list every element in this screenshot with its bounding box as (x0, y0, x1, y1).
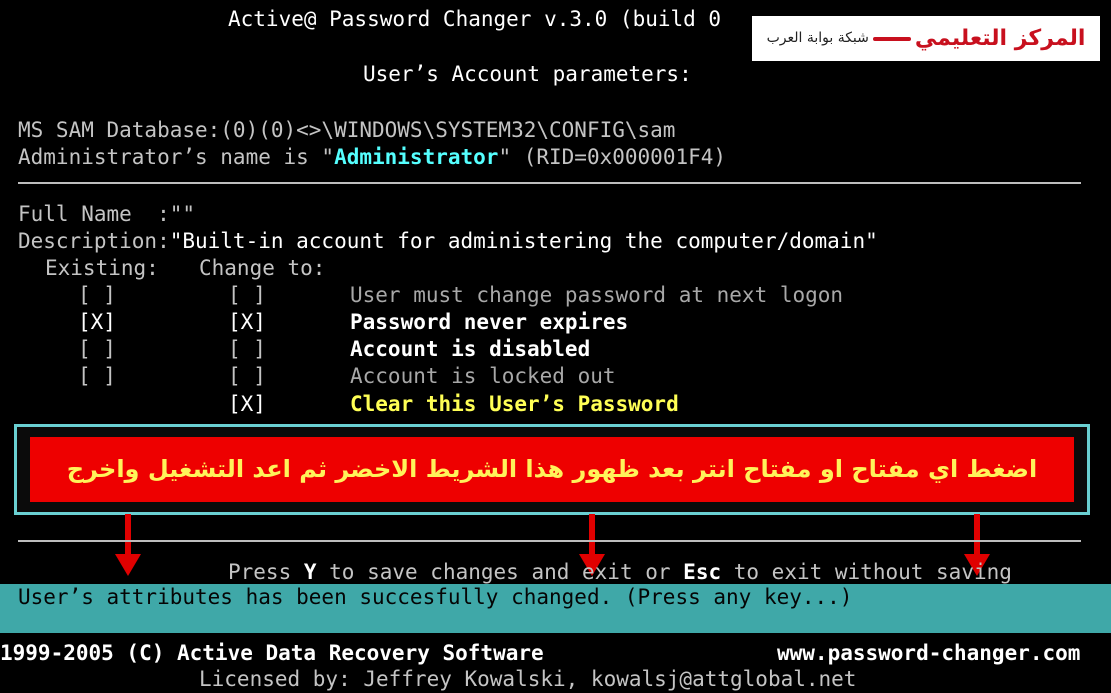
change-checkbox[interactable]: [X] (228, 309, 266, 336)
logo-bar (872, 36, 911, 41)
existing-checkbox: [ ] (78, 337, 116, 361)
change-checkbox[interactable]: [ ] (228, 282, 266, 309)
website-link[interactable]: www.password-changer.com (777, 640, 1080, 667)
save-key[interactable]: Y (304, 560, 317, 584)
existing-checkbox: [ ] (78, 364, 116, 388)
app-title: Active@ Password Changer v.3.0 (build 0 (228, 7, 722, 31)
option-row[interactable]: [X] [X] Password never expires (0, 309, 1111, 336)
existing-checkbox: [ ] (78, 283, 116, 307)
option-row[interactable]: [ ] [ ] User must change password at nex… (0, 282, 1111, 309)
instruction-banner-text: اضغط اي مفتاح او مفتاح انتر بعد ظهور هذا… (30, 437, 1074, 502)
separator-top (18, 182, 1081, 184)
license-text: Licensed by: Jeffrey Kowalski, kowalsj@a… (199, 667, 857, 691)
change-checkbox[interactable]: [X] (228, 391, 266, 418)
description-label: Description: (18, 229, 170, 253)
logo-main-text: المركز التعليمي (914, 26, 1086, 51)
admin-name: Administrator (334, 145, 499, 169)
full-name-label: Full Name : (18, 202, 170, 226)
admin-suffix: " (RID=0x000001F4) (498, 145, 727, 169)
screen-subtitle: User’s Account parameters: (363, 62, 692, 86)
prompt-press: Press (228, 560, 304, 584)
status-message-bar: User’s attributes has been succesfully c… (0, 584, 1111, 611)
change-to-column-header: Change to: (199, 256, 326, 280)
status-bar-fill (0, 611, 1111, 633)
description-row: Description:"Built-in account for admini… (18, 228, 878, 255)
instruction-banner: اضغط اي مفتاح او مفتاح انتر بعد ظهور هذا… (14, 424, 1090, 515)
administrator-line: Administrator’s name is "Administrator" … (18, 144, 726, 171)
existing-column-header: Existing: (45, 256, 159, 280)
sam-database-path: MS SAM Database:(0)(0)<>\WINDOWS\SYSTEM3… (18, 118, 676, 142)
option-row[interactable]: [ ] [ ] Account is locked out (0, 363, 1111, 390)
escape-key[interactable]: Esc (683, 560, 721, 584)
prompt-end: to exit without saving (721, 560, 1012, 584)
option-label: Account is locked out (350, 364, 616, 388)
option-row[interactable]: [X] Clear this User’s Password (0, 391, 1111, 418)
status-message: User’s attributes has been succesfully c… (18, 585, 853, 609)
save-prompt: Press Y to save changes and exit or Esc … (228, 559, 1012, 586)
prompt-middle: to save changes and exit or (316, 560, 684, 584)
description-value: "Built-in account for administering the … (169, 229, 878, 253)
option-label: Clear this User’s Password (350, 392, 679, 416)
down-arrow-icon (115, 514, 141, 576)
option-label: Password never expires (350, 310, 629, 334)
admin-prefix: Administrator’s name is " (18, 145, 335, 169)
option-label: User must change password at next logon (350, 283, 844, 307)
separator-bottom (18, 540, 1081, 542)
copyright-text: 1999-2005 (C) Active Data Recovery Softw… (0, 641, 544, 665)
change-checkbox[interactable]: [ ] (228, 363, 266, 390)
full-name-value: "" (169, 202, 196, 226)
option-row[interactable]: [ ] [ ] Account is disabled (0, 336, 1111, 363)
watermark-logo: المركز التعليمي شبكة بوابة العرب (752, 16, 1100, 61)
existing-checkbox: [X] (78, 310, 116, 334)
full-name-row: Full Name :"" (18, 201, 195, 228)
option-label: Account is disabled (350, 337, 591, 361)
logo-sub-text: شبكة بوابة العرب (766, 30, 869, 46)
change-checkbox[interactable]: [ ] (228, 336, 266, 363)
